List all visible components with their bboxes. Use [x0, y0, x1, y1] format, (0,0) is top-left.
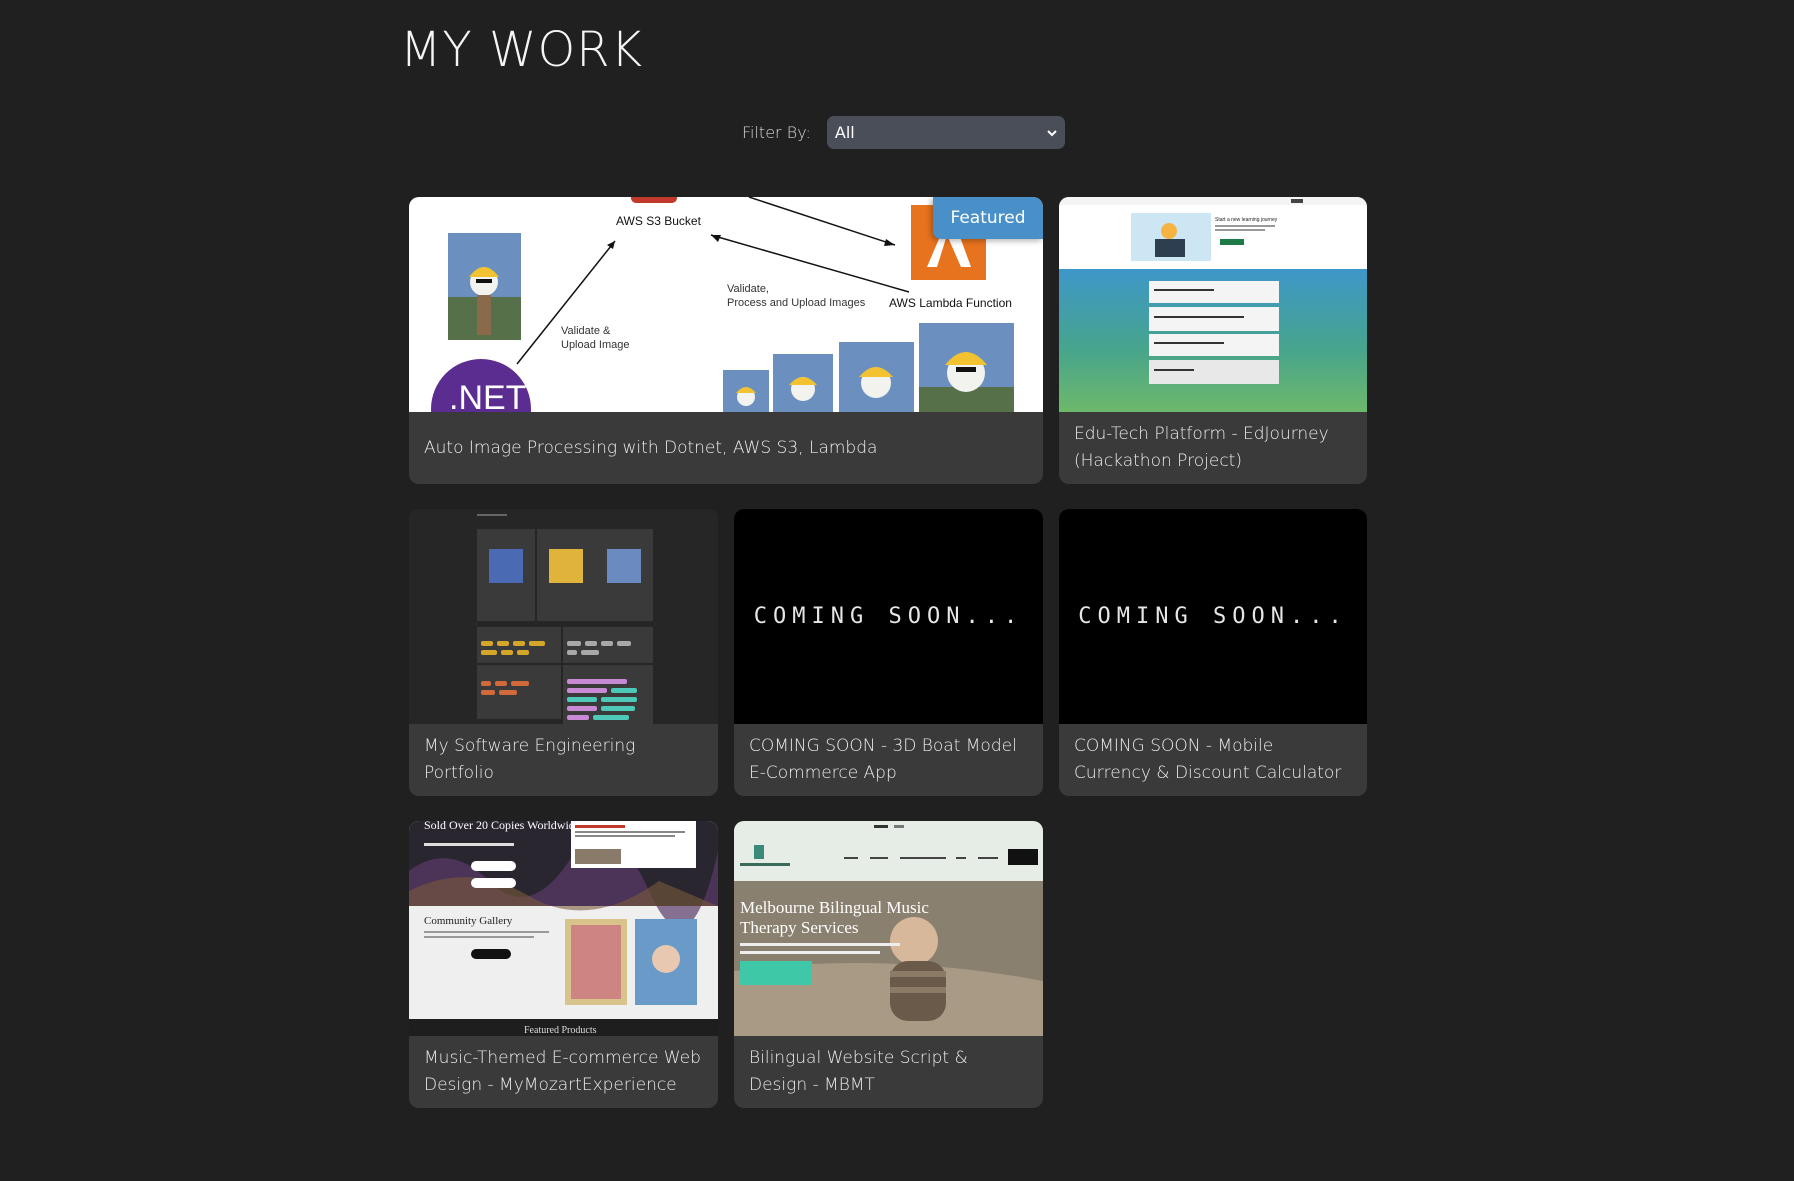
edjourney-heading: Start a new learning journey — [1215, 217, 1278, 223]
mbmt-hero-title-2: Therapy Services — [740, 918, 858, 937]
coming-soon-text: COMING SOON... — [734, 509, 1043, 724]
filter-selected-value: All — [834, 123, 855, 142]
project-card-auto-image-processing[interactable]: AWS S3 Bucket Validate, Process and Uplo… — [409, 197, 1043, 484]
community-gallery-label: Community Gallery — [424, 915, 513, 927]
project-title: COMING SOON - Mobile Currency & Discount… — [1074, 736, 1342, 783]
project-card-mbmt[interactable]: Melbourne Bilingual Music Therapy Servic… — [734, 821, 1043, 1108]
project-thumbnail: Sold Over 20 Copies Worldwide! Community… — [409, 821, 718, 1036]
s3-label: AWS S3 Bucket — [616, 214, 702, 228]
project-thumbnail: COMING SOON... — [734, 509, 1043, 724]
net-logo-text: .NET — [449, 379, 526, 412]
project-title: Music-Themed E-commerce Web Design - MyM… — [424, 1048, 701, 1095]
project-thumbnail — [409, 509, 718, 724]
project-thumbnail: Start a new learning journey — [1059, 197, 1367, 412]
project-title: Auto Image Processing with Dotnet, AWS S… — [424, 437, 878, 458]
validate-upload-label: Validate & — [561, 325, 611, 337]
featured-products-label: Featured Products — [524, 1025, 597, 1036]
coming-soon-text: COMING SOON... — [1059, 509, 1367, 724]
project-card-3d-boat[interactable]: COMING SOON... COMING SOON - 3D Boat Mod… — [734, 509, 1043, 796]
filter-row: Filter By: All — [742, 116, 1065, 149]
project-title: Bilingual Website Script & Design - MBMT — [749, 1048, 968, 1095]
validate-process-label: Validate, — [727, 283, 769, 295]
page-title: MY WORK — [400, 22, 644, 78]
project-thumbnail: COMING SOON... — [1059, 509, 1367, 724]
filter-label: Filter By: — [742, 123, 811, 142]
filter-select[interactable]: All — [826, 116, 1065, 149]
project-thumbnail: AWS S3 Bucket Validate, Process and Uplo… — [409, 197, 1043, 412]
lambda-label: AWS Lambda Function — [889, 296, 1012, 310]
chevron-down-icon — [1047, 129, 1057, 136]
project-card-edjourney[interactable]: Start a new learning journey Edu-Tech Pl… — [1059, 197, 1367, 484]
project-title: COMING SOON - 3D Boat Model E-Commerce A… — [749, 736, 1017, 783]
project-card-currency-calculator[interactable]: COMING SOON... COMING SOON - Mobile Curr… — [1059, 509, 1367, 796]
mbmt-hero-title: Melbourne Bilingual Music — [740, 898, 929, 917]
project-title: My Software Engineering Portfolio — [424, 736, 636, 783]
validate-process-label-2: Process and Upload Images — [727, 297, 866, 309]
featured-badge: Featured — [933, 197, 1043, 239]
validate-upload-label-2: Upload Image — [561, 339, 630, 351]
project-thumbnail: Melbourne Bilingual Music Therapy Servic… — [734, 821, 1043, 1036]
mozart-headline: Sold Over 20 Copies Worldwide! — [424, 821, 584, 832]
page: MY WORK Filter By: All AWS S3 Bucket Val… — [0, 0, 1794, 1181]
project-title: Edu-Tech Platform - EdJourney (Hackathon… — [1074, 424, 1329, 471]
project-card-portfolio[interactable]: My Software Engineering Portfolio — [409, 509, 718, 796]
project-card-mymozartexperience[interactable]: Sold Over 20 Copies Worldwide! Community… — [409, 821, 718, 1108]
